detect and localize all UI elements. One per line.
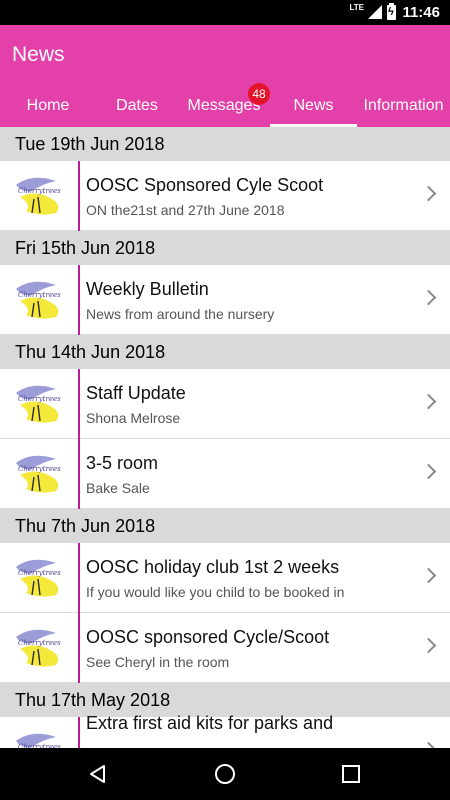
list-item[interactable]: Cherrytrees Staff Update Shona Melrose [0,369,450,439]
nursery-logo-icon: Cherrytrees [16,559,61,597]
item-title: OOSC holiday club 1st 2 weeks [86,557,340,577]
logo-wordmark: Cherrytrees [18,291,61,299]
chevron-right-icon [420,185,437,202]
nursery-logo-icon: Cherrytrees [16,733,61,748]
item-title: Extra first aid kits for parks and [86,713,334,733]
row-divider [78,161,80,231]
chevron-right-icon [420,567,437,584]
date-header: Thu 14th Jun 2018 [0,335,450,369]
row-divider [78,613,80,683]
tab-home[interactable]: Home [0,89,96,127]
row-divider [78,717,80,748]
status-bar: LTE ϟ 11:46 [0,0,450,25]
tab-information[interactable]: Information [357,89,450,127]
tab-label: Home [26,97,70,114]
chevron-right-icon [420,289,437,306]
list-item[interactable]: Cherrytrees OOSC holiday club 1st 2 week… [0,543,450,613]
page-title: News [12,43,65,66]
row-divider [78,369,80,439]
nursery-logo-icon: Cherrytrees [16,281,61,319]
network-type: LTE [349,3,364,12]
row-divider [78,543,80,613]
list-item[interactable]: Cherrytrees 3-5 room Bake Sale [0,439,450,509]
item-title: Weekly Bulletin [86,279,209,299]
logo-wordmark: Cherrytrees [18,569,61,577]
chevron-right-icon [420,463,437,480]
item-subtitle: See Cheryl in the room [86,654,230,670]
item-subtitle: Bake Sale [86,480,150,496]
chevron-right-icon [420,393,437,410]
nursery-logo-icon: Cherrytrees [16,177,61,215]
date-header: Thu 7th Jun 2018 [0,509,450,543]
tab-news[interactable]: News [270,89,357,127]
news-list[interactable]: Tue 19th Jun 2018 Cherrytrees OOSC Spons… [0,127,450,748]
date-header: Thu 17th May 2018 [0,683,450,717]
tab-dates[interactable]: Dates [96,89,178,127]
logo-wordmark: Cherrytrees [18,639,61,647]
list-item[interactable]: Cherrytrees Weekly Bulletin News from ar… [0,265,450,335]
item-subtitle: ON the21st and 27th June 2018 [86,202,285,218]
system-nav-bar [0,748,450,800]
row-divider [78,265,80,335]
battery-icon: ϟ [387,3,396,20]
logo-wordmark: Cherrytrees [18,395,61,403]
row-divider [78,439,80,509]
item-title: OOSC sponsored Cycle/Scoot [86,627,330,647]
item-subtitle: If you would like you child to be booked… [86,584,345,600]
item-subtitle: Shona Melrose [86,410,181,426]
logo-wordmark: Cherrytrees [18,187,61,195]
item-title: 3-5 room [86,453,159,473]
tab-label: Information [363,97,444,114]
messages-unread-badge: 48 [248,83,270,105]
tab-bar: Home Dates Messages News Information [0,89,450,127]
item-title: OOSC Sponsored Cyle Scoot [86,175,324,195]
clock: 11:46 [402,4,440,21]
app-bar: News Home Dates Messages News Informatio… [0,25,450,127]
date-header: Tue 19th Jun 2018 [0,127,450,161]
home-icon[interactable] [214,763,236,785]
tab-label: Dates [116,97,158,114]
nursery-logo-icon: Cherrytrees [16,455,61,493]
back-icon[interactable] [88,764,108,789]
signal-icon [368,5,382,19]
item-title: Staff Update [86,383,186,403]
nursery-logo-icon: Cherrytrees [16,629,61,667]
list-item[interactable]: Cherrytrees OOSC sponsored Cycle/Scoot S… [0,613,450,683]
nursery-logo-icon: Cherrytrees [16,385,61,423]
recent-apps-icon[interactable] [342,765,360,783]
list-item[interactable]: Cherrytrees OOSC Sponsored Cyle Scoot ON… [0,161,450,231]
date-header: Fri 15th Jun 2018 [0,231,450,265]
tab-label: News [293,97,334,114]
item-subtitle: News from around the nursery [86,306,275,322]
list-item[interactable]: Cherrytrees Extra first aid kits for par… [0,713,450,748]
logo-wordmark: Cherrytrees [18,465,61,473]
chevron-right-icon [420,637,437,654]
